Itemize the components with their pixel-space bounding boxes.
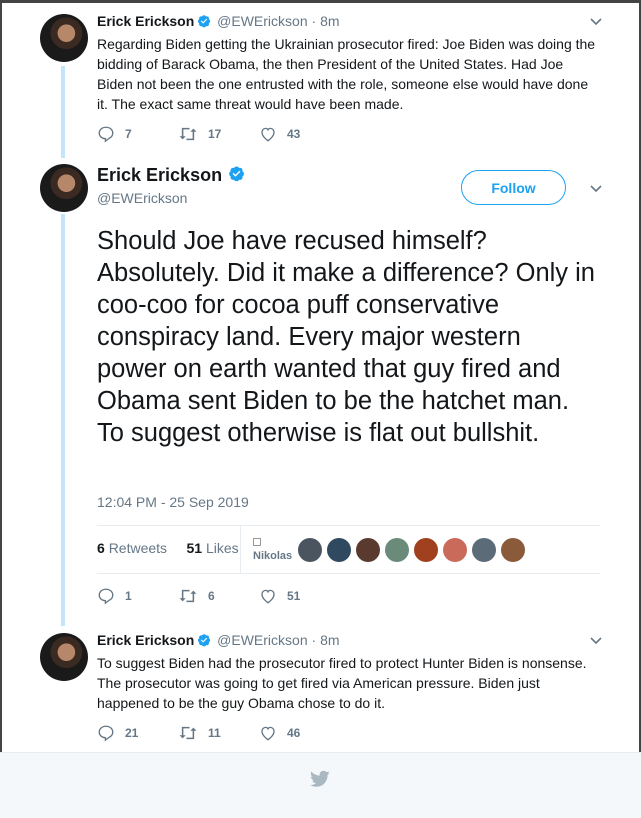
tweet-3[interactable]: Erick Erickson @EWErickson · 8m To sugge… [97,630,601,713]
liker-avatar[interactable] [501,538,525,562]
liker-avatars: Nikolas [253,537,525,563]
tweet-actions: 21 11 46 [97,724,340,742]
author-name[interactable]: Erick Erickson [97,13,194,29]
retweet-count: 6 [208,589,215,603]
thread-connector [61,66,65,158]
tweet-time[interactable]: 8m [320,632,339,648]
separator-dot: · [311,632,317,648]
author-name[interactable]: Erick Erickson [97,163,247,188]
like-button[interactable]: 46 [259,724,340,742]
like-count: 43 [287,127,301,141]
separator-dot: · [311,13,317,29]
like-button[interactable]: 51 [259,587,340,605]
retweet-button[interactable]: 17 [178,125,259,143]
tweet-text: To suggest Biden had the prosecutor fire… [97,655,587,711]
reply-button[interactable]: 21 [97,724,178,742]
like-total: 51 [186,540,203,556]
thread-connector [61,214,65,626]
liker-avatar[interactable] [443,538,467,562]
divider [97,525,600,526]
likes-stat[interactable]: 51 Likes [187,540,239,556]
reply-count: 1 [125,589,132,603]
chevron-down-icon[interactable] [589,181,603,195]
retweet-count: 11 [208,726,221,740]
reply-count: 7 [125,127,132,141]
divider [240,526,241,573]
tweet-text: Regarding Biden getting the Ukrainian pr… [97,36,596,112]
heart-icon [261,589,275,604]
liker-avatar[interactable]: Nikolas [253,537,293,563]
heart-icon [261,726,275,741]
liker-avatar[interactable] [327,538,351,562]
tweet-stats: 6 Retweets 51 Likes [97,540,239,556]
tweet-text: Should Joe have recused himself? Absolut… [97,227,595,447]
tweet-header: Erick Erickson @EWErickson · 8m [97,630,601,652]
author-name[interactable]: Erick Erickson [97,632,194,648]
divider [97,573,600,574]
liker-avatar[interactable] [472,538,496,562]
reply-count: 21 [125,726,139,740]
retweets-label: Retweets [108,540,168,556]
like-count: 51 [287,589,301,603]
verified-icon [197,13,211,33]
author-handle[interactable]: @EWErickson [97,190,187,206]
avatar[interactable] [40,633,88,681]
avatar[interactable] [40,14,88,62]
verified-icon [197,632,211,652]
liker-avatar[interactable] [414,538,438,562]
retweet-icon [179,726,197,740]
retweet-count: 17 [208,127,222,141]
retweets-stat[interactable]: 6 Retweets [97,540,167,556]
follow-button[interactable]: Follow [461,170,566,205]
reply-icon [98,588,114,605]
reply-button[interactable]: 1 [97,587,178,605]
author-name-text: Erick Erickson [97,165,223,185]
liker-avatar[interactable] [385,538,409,562]
likes-label: Likes [205,540,239,556]
reply-icon [98,126,114,143]
liker-alt-text: Nikolas [253,550,293,562]
chevron-down-icon[interactable] [589,14,603,28]
retweet-button[interactable]: 11 [178,724,259,742]
liker-avatar[interactable] [298,538,322,562]
retweet-icon [179,127,197,141]
retweet-button[interactable]: 6 [178,587,259,605]
like-button[interactable]: 43 [259,125,340,143]
retweet-total: 6 [97,540,105,556]
verified-icon [228,164,245,188]
avatar[interactable] [40,164,88,212]
tweet-actions: 1 6 51 [97,587,340,605]
twitter-bird-icon [310,770,330,793]
author-handle[interactable]: @EWErickson [217,632,307,648]
like-count: 46 [287,726,301,740]
tweet-1[interactable]: Erick Erickson @EWErickson · 8m Regardin… [97,11,601,114]
tweet-time[interactable]: 8m [320,13,339,29]
reply-icon [98,725,114,742]
chevron-down-icon[interactable] [589,633,603,647]
tweet-header: Erick Erickson @EWErickson · 8m [97,11,601,33]
retweet-icon [179,589,197,603]
liker-avatar[interactable] [356,538,380,562]
heart-icon [261,127,275,142]
tweet-timestamp[interactable]: 12:04 PM - 25 Sep 2019 [97,494,249,510]
reply-button[interactable]: 7 [97,125,178,143]
tweet-actions: 7 17 43 [97,125,340,143]
author-handle[interactable]: @EWErickson [217,13,307,29]
